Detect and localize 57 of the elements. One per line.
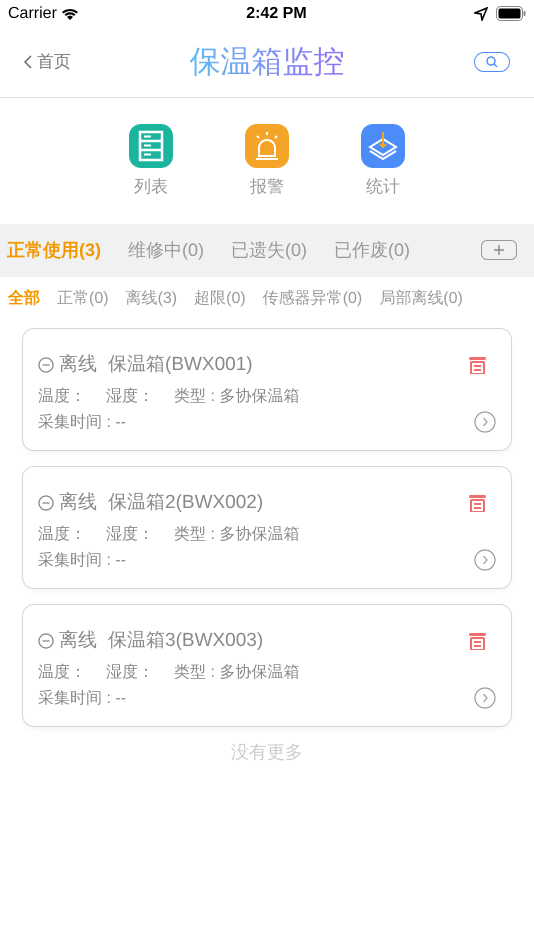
shortcut-button[interactable]: 统计 [361,124,405,200]
humidity-label: 湿度： [106,386,154,407]
wifi-icon [60,6,79,20]
minus-circle-icon [38,632,54,649]
plus-icon [494,245,504,255]
location-icon [474,6,488,20]
device-card[interactable]: 离线 保温箱3(BWX003) 温度： 湿度： 类型 : 多协保温箱 采集时间 : -- [22,604,512,726]
siren-icon [245,124,289,168]
filter-tab[interactable]: 局部离线(0) [379,286,463,310]
type-label: 类型 : 多协保温箱 [174,662,300,683]
search-button[interactable] [474,52,510,72]
type-label: 类型 : 多协保温箱 [174,386,300,407]
humidity-label: 湿度： [106,662,154,683]
status-tab[interactable]: 已遗失(0) [231,236,307,264]
battery-icon [496,6,526,21]
filter-tab[interactable]: 正常(0) [57,286,109,310]
humidity-label: 湿度： [106,524,154,545]
chevron-circle-icon[interactable] [474,686,496,708]
trash-icon[interactable] [469,356,486,374]
shortcut-button[interactable]: 列表 [129,124,173,200]
temperature-label: 温度： [38,662,86,683]
layers-icon [361,124,405,168]
filter-tab[interactable]: 离线(3) [126,286,178,310]
server-icon [129,124,173,168]
minus-circle-icon [38,494,54,511]
trash-icon[interactable] [469,632,486,650]
filter-tab[interactable]: 超限(0) [194,286,246,310]
status-label: 离线 [59,352,97,376]
filter-tab[interactable]: 传感器异常(0) [262,286,362,310]
carrier-label: Carrier [8,4,57,24]
device-card[interactable]: 离线 保温箱2(BWX002) 温度： 湿度： 类型 : 多协保温箱 采集时间 : -- [22,466,512,588]
status-label: 离线 [59,490,97,514]
collection-time-label: 采集时间 : -- [38,552,126,569]
search-icon [486,56,498,68]
status-label: 离线 [59,628,97,652]
status-tab[interactable]: 正常使用(3) [7,236,101,264]
status-tab[interactable]: 维修中(0) [128,236,204,264]
temperature-label: 温度： [38,386,86,407]
temperature-label: 温度： [38,524,86,545]
add-button[interactable] [481,240,517,260]
chevron-circle-icon[interactable] [474,548,496,570]
status-tab[interactable]: 已作废(0) [334,236,410,264]
collection-time-label: 采集时间 : -- [38,414,126,431]
back-button[interactable]: 首页 [24,49,104,75]
trash-icon[interactable] [469,494,486,512]
collection-time-label: 采集时间 : -- [38,690,126,707]
chevron-circle-icon[interactable] [474,410,496,432]
device-card[interactable]: 离线 保温箱(BWX001) 温度： 湿度： 类型 : 多协保温箱 采集时间 : -- [22,328,512,450]
minus-circle-icon [38,356,54,373]
type-label: 类型 : 多协保温箱 [174,524,300,545]
device-name: 保温箱(BWX001) [108,352,253,376]
clock: 2:42 PM [246,4,307,24]
chevron-left-icon [24,55,33,69]
device-name: 保温箱3(BWX003) [108,628,264,652]
shortcut-button[interactable]: 报警 [245,124,289,200]
device-name: 保温箱2(BWX002) [108,490,264,514]
filter-tab[interactable]: 全部 [8,286,40,310]
